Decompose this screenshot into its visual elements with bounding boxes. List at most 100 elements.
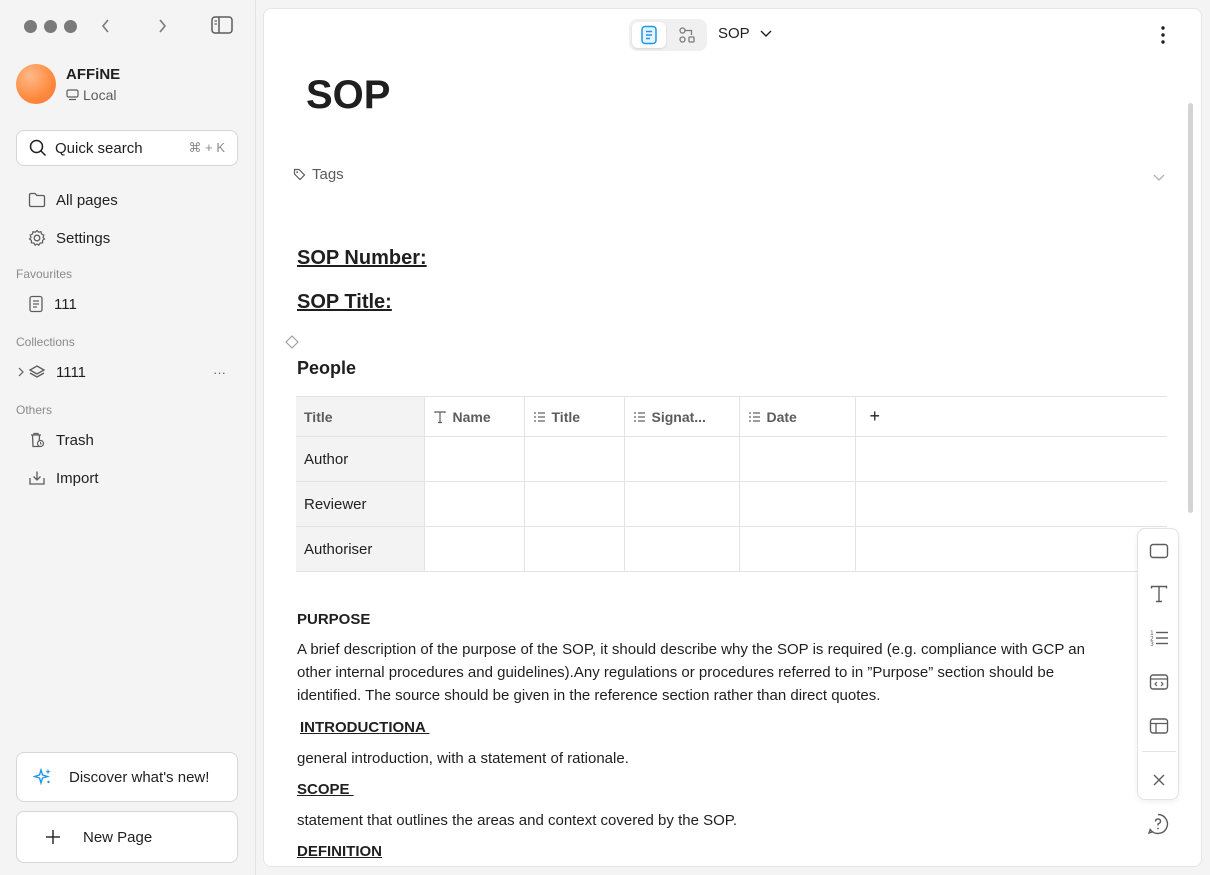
sidebar-item-trash[interactable]: Trash [28, 428, 94, 452]
table-cell[interactable] [623, 436, 740, 482]
search-shortcut: ⌘ + K [188, 140, 226, 155]
block-toolbar: 123 [1137, 528, 1179, 800]
table-row: Authoriser [296, 526, 1167, 572]
close-window-button[interactable] [24, 20, 37, 33]
table-cell[interactable] [523, 526, 625, 572]
frame-tool-icon[interactable] [1147, 539, 1171, 563]
table-cell[interactable] [623, 526, 740, 572]
quick-search-button[interactable]: Quick search ⌘ + K [16, 130, 238, 166]
plus-icon [46, 830, 60, 844]
edgeless-mode-icon [679, 27, 695, 43]
numbered-list-tool-icon[interactable]: 123 [1147, 626, 1171, 650]
page-mode-icon [641, 25, 657, 45]
table-cell[interactable] [854, 436, 1167, 482]
sidebar-item-1111[interactable]: 1111 ··· [18, 360, 232, 384]
column-header-date[interactable]: Date [738, 396, 856, 437]
chevron-right-icon[interactable] [18, 367, 24, 377]
column-header-name[interactable]: Name [423, 396, 525, 437]
table-cell[interactable] [423, 481, 525, 527]
scrollbar[interactable] [1188, 103, 1193, 513]
table-cell[interactable] [738, 436, 856, 482]
text-tool-icon[interactable] [1147, 582, 1171, 606]
help-icon[interactable] [1146, 812, 1170, 836]
table-cell[interactable] [423, 436, 525, 482]
database-title[interactable]: People [297, 358, 356, 379]
svg-text:3: 3 [1150, 641, 1154, 647]
sidebar-item-111[interactable]: 111 [28, 292, 77, 316]
table-cell[interactable] [738, 526, 856, 572]
table-row: Author [296, 436, 1167, 482]
scope-paragraph[interactable]: statement that outlines the areas and co… [297, 809, 737, 832]
select-type-icon [633, 411, 645, 422]
scope-heading[interactable]: SCOPE [297, 778, 354, 801]
trash-icon [31, 432, 45, 448]
definition-heading[interactable]: DEFINITION [297, 840, 382, 863]
maximize-window-button[interactable] [64, 20, 77, 33]
table-cell[interactable] [854, 526, 1167, 572]
chevron-down-icon [760, 30, 772, 37]
collection-layers-icon [28, 365, 46, 378]
new-page-button[interactable]: New Page [16, 811, 238, 863]
page-title[interactable]: SOP [306, 73, 390, 118]
sidebar-item-all-pages[interactable]: All pages [28, 188, 118, 212]
collection-more-button[interactable]: ··· [213, 365, 226, 380]
sidebar-item-settings[interactable]: Settings [28, 226, 110, 250]
workspace-switcher[interactable]: AFFiNE Local [16, 64, 120, 104]
favourites-label: Favourites [16, 267, 73, 281]
sidebar-item-import[interactable]: Import [28, 466, 99, 490]
purpose-paragraph[interactable]: A brief description of the purpose of th… [297, 638, 1147, 707]
minimize-window-button[interactable] [44, 20, 57, 33]
sparkle-icon [33, 767, 51, 786]
database-drag-handle-icon[interactable] [285, 335, 299, 354]
table-cell[interactable] [854, 481, 1167, 527]
embed-tool-icon[interactable] [1147, 670, 1171, 694]
layout-tool-icon[interactable] [1147, 714, 1171, 738]
doc-title-dropdown[interactable]: SOP [718, 25, 772, 42]
table-header-row: Title Name Title Signat... Date + [296, 396, 1167, 437]
folder-icon [28, 192, 46, 208]
local-storage-icon [66, 88, 79, 100]
table-cell[interactable] [738, 481, 856, 527]
table-cell[interactable] [523, 481, 625, 527]
select-type-icon [533, 411, 545, 422]
discover-whats-new-button[interactable]: Discover what's new! [16, 752, 238, 802]
column-header-title[interactable]: Title [296, 396, 425, 437]
page-mode-button[interactable] [632, 22, 666, 48]
table-cell[interactable]: Authoriser [296, 526, 425, 572]
editor-mode-switch[interactable] [629, 19, 707, 51]
gear-icon [28, 229, 46, 247]
workspace-avatar [16, 64, 56, 104]
table-cell[interactable] [623, 481, 740, 527]
table-cell[interactable] [523, 436, 625, 482]
back-arrow-icon[interactable] [94, 14, 118, 38]
text-type-icon [433, 410, 446, 423]
close-icon[interactable] [1147, 768, 1171, 792]
workspace-name: AFFiNE [66, 65, 121, 83]
table-cell[interactable]: Author [296, 436, 425, 482]
sop-number-heading[interactable]: SOP Number: [297, 247, 427, 270]
table-cell[interactable]: Reviewer [296, 481, 425, 527]
editor-panel: SOP SOP Tags SOP Number: SOP Title: Peop… [263, 8, 1202, 867]
add-column-button[interactable]: + [854, 396, 1167, 437]
workspace-storage: Local [83, 86, 117, 103]
search-icon [29, 139, 47, 157]
toolbar-divider [1142, 751, 1176, 752]
tags-property[interactable]: Tags [293, 166, 344, 183]
table-cell[interactable] [423, 526, 525, 572]
column-header-title-2[interactable]: Title [523, 396, 625, 437]
sidebar: AFFiNE Local Quick search ⌘ + K All page… [0, 0, 256, 875]
tags-expand-chevron-icon[interactable] [1153, 169, 1165, 187]
column-header-signature[interactable]: Signat... [623, 396, 740, 437]
window-controls [24, 20, 77, 33]
purpose-heading[interactable]: PURPOSE [297, 608, 370, 631]
more-options-icon[interactable] [1155, 23, 1171, 47]
sidebar-toggle-icon[interactable] [211, 16, 233, 36]
others-label: Others [16, 403, 53, 417]
sop-title-heading[interactable]: SOP Title: [297, 291, 392, 314]
search-label: Quick search [55, 139, 143, 157]
introduction-paragraph[interactable]: general introduction, with a statement o… [297, 747, 629, 770]
introduction-heading[interactable]: INTRODUCTIONA [300, 716, 429, 739]
forward-arrow-icon[interactable] [150, 14, 174, 38]
edgeless-mode-button[interactable] [670, 22, 704, 48]
collections-label: Collections [16, 335, 75, 349]
